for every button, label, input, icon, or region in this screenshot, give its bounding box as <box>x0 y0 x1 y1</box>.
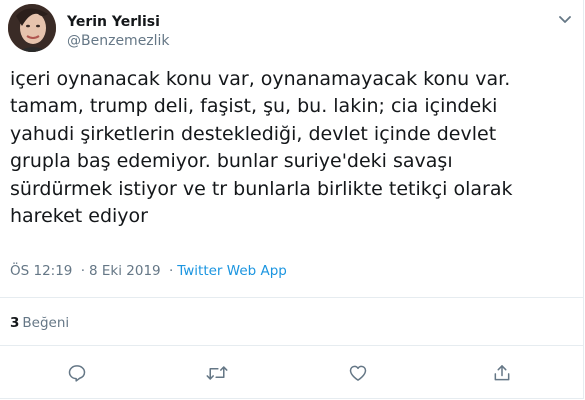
tweet-text-line: içeri oynanacak konu var, oynanamayacak … <box>10 68 511 90</box>
like-button[interactable] <box>345 360 371 386</box>
share-icon <box>494 365 510 381</box>
tweet-text: içeri oynanacak konu var, oynanamayacak … <box>10 66 576 230</box>
tweet-source-link[interactable]: Twitter Web App <box>177 263 287 279</box>
meta-separator: · <box>80 263 85 279</box>
tweet-text-line: yahudi şirketlerin desteklediği, devlet … <box>10 122 497 145</box>
like-count-number: 3 <box>10 315 20 331</box>
reply-icon <box>68 365 86 382</box>
tweet-date[interactable]: 8 Eki 2019 <box>89 263 161 279</box>
tweet-card: Yerin Yerlisi @Benzemezlik içeri oynanac… <box>0 0 584 399</box>
retweet-button[interactable] <box>204 360 230 386</box>
more-options-button[interactable] <box>556 13 574 27</box>
tweet-time[interactable]: ÖS 12:19 <box>10 263 72 279</box>
avatar[interactable] <box>8 4 56 52</box>
divider <box>0 297 584 298</box>
user-handle[interactable]: @Benzemezlik <box>67 33 170 49</box>
likes-count[interactable]: 3 Beğeni <box>10 315 69 331</box>
tweet-text-line: tamam, trump deli, faşist, şu, bu. lakin… <box>10 95 498 118</box>
retweet-icon <box>206 366 228 380</box>
like-count-label: Beğeni <box>22 315 70 331</box>
heart-icon <box>349 365 367 381</box>
tweet-text-line: hareket ediyor <box>10 205 148 228</box>
tweet-meta: ÖS 12:19 · 8 Eki 2019 · Twitter Web App <box>10 263 287 279</box>
chevron-down-icon <box>559 16 571 23</box>
display-name[interactable]: Yerin Yerlisi <box>67 14 160 30</box>
tweet-text-line: grupla baş edemiyor. bunlar suriye'deki … <box>10 150 453 173</box>
share-button[interactable] <box>489 360 515 386</box>
tweet-text-line: sürdürmek istiyor ve tr bunlarla birlikt… <box>10 177 513 200</box>
divider <box>0 345 584 346</box>
meta-separator: · <box>168 263 174 279</box>
reply-button[interactable] <box>64 360 90 386</box>
